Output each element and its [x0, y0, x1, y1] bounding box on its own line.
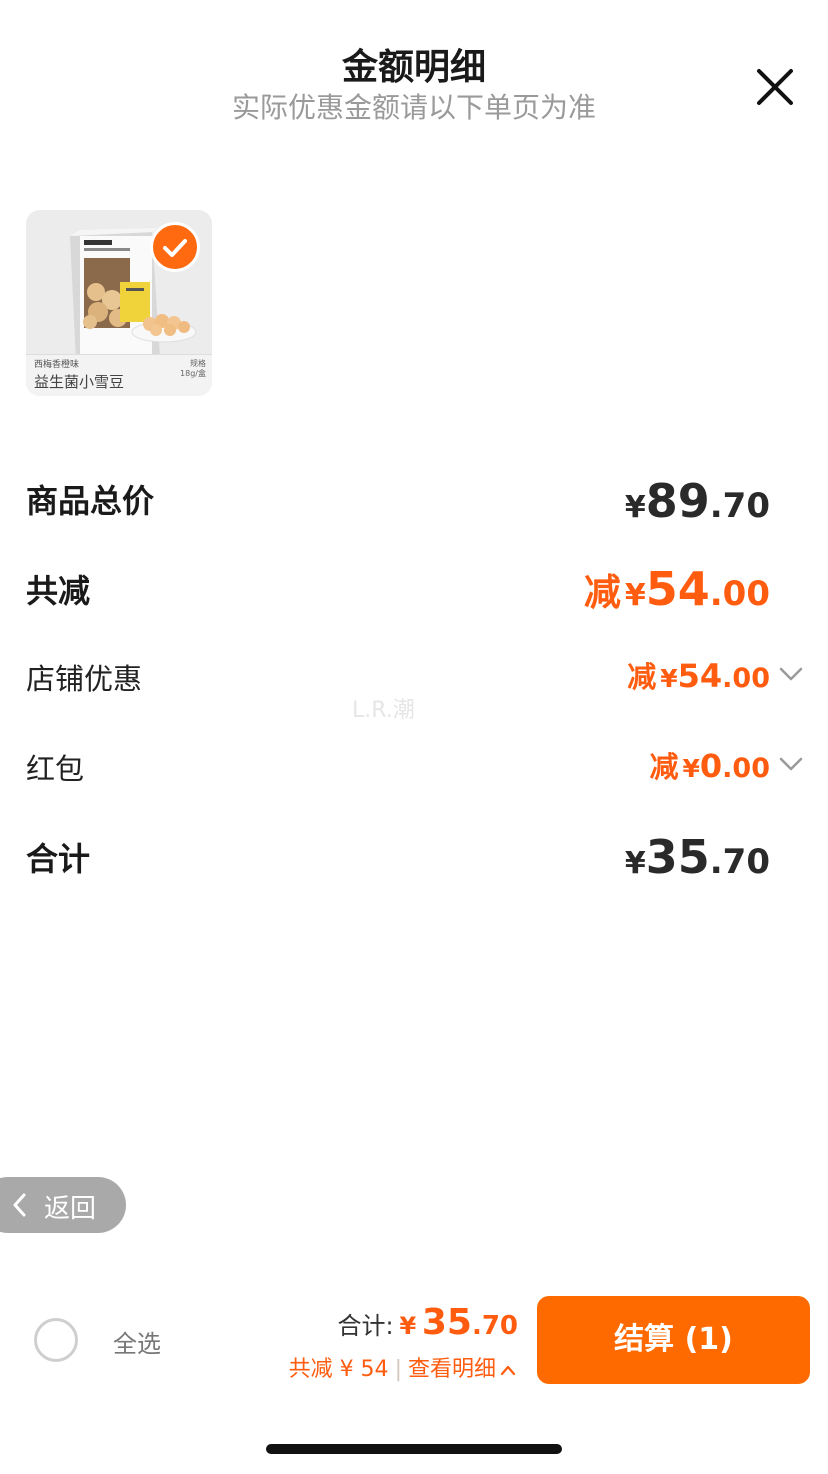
sheet-subtitle: 实际优惠金额请以下单页为准 — [231, 91, 596, 124]
currency-symbol: ¥ — [624, 490, 646, 525]
product-caption: 西梅香橙味 益生菌小雪豆 规格 18g/盒 — [26, 354, 212, 396]
product-spec: 规格 18g/盒 — [180, 359, 206, 379]
product-spec-value: 18g/盒 — [180, 369, 206, 378]
back-button[interactable]: 返回 — [0, 1177, 126, 1233]
amount-integer: 35 — [645, 830, 710, 884]
close-icon[interactable] — [752, 64, 798, 110]
amount-decimal: .00 — [722, 663, 770, 694]
red-packet-label: 红包 — [26, 752, 85, 786]
currency-symbol: ¥ — [660, 664, 678, 693]
amount-integer: 0 — [699, 747, 723, 785]
total-price-label: 商品总价 — [26, 482, 155, 520]
sheet-title: 金额明细 — [341, 47, 486, 88]
select-all-label[interactable]: 全选 — [113, 1324, 161, 1359]
bottom-total: 合计: ¥ 35.70 — [337, 1302, 518, 1343]
red-packet-amount[interactable]: 减 ¥0.00 — [649, 744, 770, 786]
product-spec-label: 规格 — [190, 359, 206, 368]
amount-integer: 54 — [677, 657, 723, 695]
store-discount-label: 店铺优惠 — [26, 662, 143, 696]
amount-details-sheet: 金额明细 实际优惠金额请以下单页为准 西梅香橙味 益生菌小雪豆 规格 18g/盒… — [0, 0, 828, 1474]
bottom-total-currency: ¥ — [399, 1312, 417, 1340]
store-discount-chevron-down-icon[interactable] — [778, 666, 804, 682]
product-name: 益生菌小雪豆 — [34, 373, 125, 391]
chevron-up-icon[interactable] — [500, 1364, 516, 1376]
selected-check-icon[interactable] — [150, 222, 200, 272]
bottom-total-integer: 35 — [421, 1302, 472, 1343]
discount-prefix: 减 — [649, 750, 679, 784]
amount-integer: 54 — [645, 562, 710, 616]
checkout-button[interactable]: 结算 (1) — [537, 1296, 810, 1384]
amount-integer: 89 — [645, 474, 710, 528]
back-label: 返回 — [44, 1194, 97, 1224]
store-discount-amount[interactable]: 减 ¥54.00 — [627, 654, 770, 696]
product-thumbnail[interactable]: 西梅香橙味 益生菌小雪豆 规格 18g/盒 — [26, 210, 212, 396]
bottom-saved-text: 共减 ¥ 54 — [288, 1357, 389, 1382]
discount-prefix: 减 — [627, 660, 657, 694]
currency-symbol: ¥ — [624, 846, 646, 881]
view-details-link[interactable]: 查看明细 — [408, 1357, 496, 1382]
select-all-radio[interactable] — [34, 1318, 78, 1362]
bottom-saved-line: 共减 ¥ 54 | 查看明细 — [289, 1351, 516, 1383]
amount-decimal: .70 — [709, 842, 770, 882]
amount-decimal: .70 — [709, 486, 770, 526]
total-discount-label: 共减 — [26, 572, 91, 610]
grand-total-label: 合计 — [26, 840, 91, 878]
currency-symbol: ¥ — [624, 578, 646, 613]
home-indicator — [266, 1444, 562, 1454]
amount-decimal: .00 — [722, 753, 770, 784]
discount-prefix: 减 — [583, 571, 621, 614]
bottom-total-decimal: .70 — [471, 1311, 518, 1341]
product-flavor: 西梅香橙味 — [34, 360, 80, 370]
grand-total-amount: ¥35.70 — [625, 830, 770, 884]
currency-symbol: ¥ — [682, 754, 700, 783]
red-packet-chevron-down-icon[interactable] — [778, 756, 804, 772]
divider: | — [394, 1357, 402, 1382]
watermark: L.R.潮 — [352, 698, 415, 723]
total-discount-amount: 减 ¥54.00 — [584, 562, 770, 616]
total-price-amount: ¥89.70 — [625, 474, 770, 528]
amount-decimal: .00 — [709, 574, 770, 614]
chevron-left-icon — [13, 1193, 26, 1217]
bottom-total-label: 合计: — [337, 1312, 394, 1340]
